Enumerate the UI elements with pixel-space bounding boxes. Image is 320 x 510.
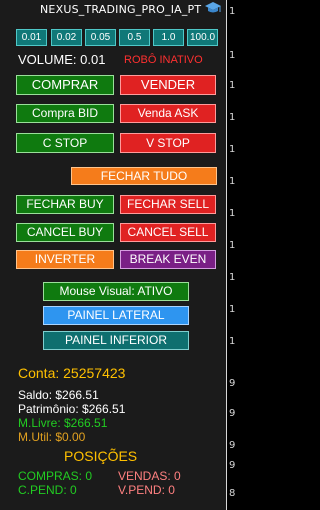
panel-title: NEXUS_TRADING_PRO_IA_PT: [40, 3, 202, 16]
vender-button[interactable]: VENDER: [120, 75, 216, 95]
robot-status: ROBÔ INATIVO: [124, 54, 203, 66]
compras-count: COMPRAS: 0: [18, 469, 93, 483]
price-tick: 1: [229, 144, 236, 155]
compra-bid-button[interactable]: Compra BID: [16, 104, 114, 123]
patrimonio-value: Patrimônio: $266.51: [18, 402, 126, 416]
vendas-count: VENDAS: 0: [118, 469, 181, 483]
price-tick: 9: [229, 460, 236, 471]
price-tick: 9: [229, 378, 236, 389]
compras-pendentes-count: C.PEND: 0: [18, 483, 77, 497]
volume-100.0-button[interactable]: 100.0: [187, 29, 218, 46]
volume-0.05-button[interactable]: 0.05: [85, 29, 116, 46]
volume-1.0-button[interactable]: 1.0: [153, 29, 184, 46]
venda-ask-button[interactable]: Venda ASK: [120, 104, 216, 123]
price-tick: 8: [229, 488, 236, 499]
fechar-tudo-button[interactable]: FECHAR TUDO: [71, 167, 217, 185]
margem-util-value: M.Util: $0.00: [18, 430, 86, 444]
price-tick: 1: [229, 336, 236, 347]
vendas-pendentes-count: V.PEND: 0: [118, 483, 175, 497]
price-tick: 1: [229, 176, 236, 187]
price-tick: 1: [229, 272, 236, 283]
price-tick: 9: [229, 440, 236, 451]
saldo-value: Saldo: $266.51: [18, 388, 99, 402]
price-tick: 1: [229, 112, 236, 123]
cancel-buy-button[interactable]: CANCEL BUY: [16, 223, 114, 242]
price-scale: 1 1 1 1 1 1 1 1 1 1 1 9 9 9 9 8: [226, 0, 238, 510]
graduation-cap-icon: [205, 2, 221, 13]
break-even-button[interactable]: BREAK EVEN: [120, 250, 216, 269]
price-tick: 1: [229, 208, 236, 219]
painel-inferior-button[interactable]: PAINEL INFERIOR: [43, 331, 189, 350]
cancel-sell-button[interactable]: CANCEL SELL: [120, 223, 216, 242]
account-number: Conta: 25257423: [18, 365, 126, 381]
mouse-visual-toggle[interactable]: Mouse Visual: ATIVO: [43, 282, 189, 301]
price-tick: 1: [229, 80, 236, 91]
volume-0.5-button[interactable]: 0.5: [119, 29, 150, 46]
positions-header: POSIÇÕES: [64, 448, 138, 464]
c-stop-button[interactable]: C STOP: [16, 133, 114, 153]
volume-0.01-button[interactable]: 0.01: [16, 29, 47, 46]
volume-label: VOLUME: 0.01: [18, 52, 106, 67]
price-tick: 1: [229, 50, 236, 61]
painel-lateral-button[interactable]: PAINEL LATERAL: [43, 306, 189, 325]
v-stop-button[interactable]: V STOP: [120, 133, 216, 153]
price-tick: 9: [229, 408, 236, 419]
price-tick: 1: [229, 240, 236, 251]
comprar-button[interactable]: COMPRAR: [16, 75, 114, 95]
price-tick: 1: [229, 304, 236, 315]
volume-0.02-button[interactable]: 0.02: [51, 29, 82, 46]
inverter-button[interactable]: INVERTER: [16, 250, 114, 269]
margem-livre-value: M.Livre: $266.51: [18, 416, 108, 430]
fechar-buy-button[interactable]: FECHAR BUY: [16, 195, 114, 214]
fechar-sell-button[interactable]: FECHAR SELL: [120, 195, 216, 214]
